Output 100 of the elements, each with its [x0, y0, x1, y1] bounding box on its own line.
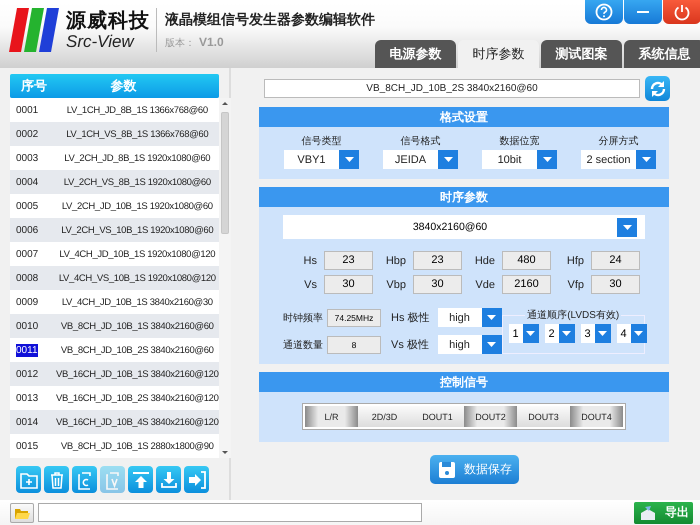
dropdown-button[interactable]	[339, 150, 359, 169]
list-row[interactable]: 0005 LV_2CH_JD_10B_1S 1920x1080@60	[10, 194, 219, 218]
toggle-button[interactable]: DOUT4	[570, 406, 623, 427]
section-title: 时序参数	[259, 187, 669, 207]
help-icon	[595, 3, 613, 21]
list-row[interactable]: 0006 LV_2CH_VS_10B_1S 1920x1080@60	[10, 218, 219, 242]
tab[interactable]: 时序参数	[458, 40, 539, 68]
resolution-dropdown[interactable]: 3840x2160@60	[283, 215, 645, 239]
param-label: Vde	[474, 278, 495, 290]
toggle-button[interactable]: 2D/3D	[358, 406, 411, 427]
preset-name: LV_2CH_JD_8B_1S 1920x1080@60	[63, 152, 212, 164]
field-label: Hs 极性	[391, 311, 430, 325]
column-header: 序号	[20, 77, 48, 95]
dropdown[interactable]: high	[438, 335, 502, 354]
help-button[interactable]	[585, 0, 623, 24]
param-field[interactable]: 2160	[502, 275, 551, 294]
field-label: 信号格式	[400, 134, 440, 148]
download-button[interactable]	[156, 466, 181, 493]
list-row[interactable]: 0010 VB_8CH_JD_10B_1S 3840x2160@60	[10, 314, 219, 338]
dropdown[interactable]: 1	[508, 324, 538, 343]
row-number: 0012	[16, 368, 38, 380]
dropdown[interactable]: 4	[616, 324, 646, 343]
dropdown-button[interactable]	[636, 150, 656, 169]
list-row[interactable]: 0002 LV_1CH_VS_8B_1S 1366x768@60	[10, 122, 219, 146]
dropdown[interactable]: high	[438, 308, 502, 327]
upload-button[interactable]	[128, 466, 153, 493]
dropdown[interactable]: 2	[544, 324, 574, 343]
toggle-button[interactable]: L/R	[305, 406, 358, 427]
add-folder-button[interactable]	[16, 466, 41, 493]
power-button[interactable]	[663, 0, 700, 24]
param-field[interactable]: 480	[502, 251, 551, 270]
toggle-button[interactable]: DOUT1	[411, 406, 464, 427]
section-title: 控制信号	[259, 372, 669, 392]
list-row[interactable]: 0011 VB_8CH_JD_10B_2S 3840x2160@60	[10, 338, 219, 362]
caret-icon	[487, 315, 496, 320]
list-row[interactable]: 0014 VB_16CH_JD_10B_4S 3840x2160@120	[10, 410, 219, 434]
param-field[interactable]: 30	[324, 275, 373, 294]
dropdown[interactable]: 10bit	[482, 150, 557, 169]
param-field[interactable]: 30	[413, 275, 462, 294]
dropdown[interactable]: 3	[580, 324, 610, 343]
param-field[interactable]: 23	[413, 251, 462, 270]
dropdown-button[interactable]	[438, 150, 458, 169]
caret-icon	[526, 331, 535, 336]
import-button[interactable]	[184, 466, 209, 493]
dropdown-button[interactable]	[522, 324, 538, 343]
param-field[interactable]: 24	[591, 251, 640, 270]
dropdown-value: 3840x2160@60	[412, 221, 488, 233]
minimize-button[interactable]	[624, 0, 662, 24]
preset-name-field[interactable]: VB_8CH_JD_10B_2S 3840x2160@60	[264, 79, 640, 98]
tab[interactable]: 电源参数	[375, 40, 456, 68]
toggle-button[interactable]: DOUT3	[517, 406, 570, 427]
dropdown-button[interactable]	[537, 150, 557, 169]
dropdown-button[interactable]	[482, 308, 502, 327]
dropdown[interactable]: 2 section	[581, 150, 656, 169]
dropdown-button[interactable]	[594, 324, 610, 343]
dropdown[interactable]: VBY1	[284, 150, 359, 169]
list-row[interactable]: 0015 VB_8CH_JD_10B_1S 2880x1800@90	[10, 434, 219, 458]
row-number: 0009	[16, 296, 38, 308]
dropdown-button[interactable]	[617, 218, 637, 236]
preset-name: VB_8CH_JD_10B_2S 3840x2160@60	[60, 344, 215, 356]
dropdown-button[interactable]	[482, 335, 502, 354]
file-path-field[interactable]	[38, 503, 422, 522]
copy-document-button[interactable]	[72, 466, 97, 493]
caret-icon	[444, 157, 452, 162]
dropdown-button[interactable]	[558, 324, 574, 343]
preset-name: VB_8CH_JD_10B_1S 3840x2160@60	[60, 320, 215, 332]
toggle-button[interactable]: DOUT2	[464, 406, 517, 427]
list-row[interactable]: 0012 VB_16CH_JD_10B_1S 3840x2160@120	[10, 362, 219, 386]
preset-name: VB_16CH_JD_10B_1S 3840x2160@120	[56, 368, 219, 380]
dropdown-value: 3	[583, 328, 592, 340]
brand-subtitle: Src-View	[66, 32, 136, 50]
minimize-icon	[637, 10, 649, 14]
list-row[interactable]: 0003 LV_2CH_JD_8B_1S 1920x1080@60	[10, 146, 219, 170]
tab[interactable]: 系统信息	[624, 40, 700, 68]
row-number: 0007	[16, 248, 38, 260]
preset-name: LV_2CH_VS_8B_1S 1920x1080@60	[62, 176, 212, 188]
preset-name: LV_4CH_VS_10B_1S 1920x1080@120	[58, 272, 217, 284]
logo-stripes-icon	[8, 6, 60, 54]
dropdown[interactable]: JEIDA	[383, 150, 458, 169]
list-row[interactable]: 0009 LV_4CH_JD_10B_1S 3840x2160@30	[10, 290, 219, 314]
caret-icon	[344, 157, 354, 162]
row-number: 0001	[16, 104, 38, 116]
scrollbar-thumb[interactable]	[220, 112, 229, 234]
refresh-button[interactable]	[645, 76, 670, 101]
tab[interactable]: 测试图案	[541, 40, 622, 68]
dropdown-button[interactable]	[630, 324, 646, 343]
list-row[interactable]: 0004 LV_2CH_VS_8B_1S 1920x1080@60	[10, 170, 219, 194]
trash-button[interactable]	[44, 466, 69, 493]
value-field[interactable]: 74.25MHz	[327, 308, 381, 326]
dropdown-value: 10bit	[496, 154, 522, 166]
list-row[interactable]: 0013 VB_16CH_JD_10B_2S 3840x2160@120	[10, 386, 219, 410]
open-folder-button[interactable]	[10, 502, 34, 522]
preset-name: VB_8CH_JD_10B_1S 2880x1800@90	[60, 440, 215, 452]
value-field[interactable]: 8	[327, 336, 381, 354]
list-row[interactable]: 0007 LV_4CH_JD_10B_1S 1920x1080@120	[10, 242, 219, 266]
preset-name: LV_4CH_JD_10B_1S 1920x1080@120	[58, 248, 216, 260]
list-row[interactable]: 0001 LV_1CH_JD_8B_1S 1366x768@60	[10, 98, 219, 122]
param-field[interactable]: 23	[324, 251, 373, 270]
param-field[interactable]: 30	[591, 275, 640, 294]
list-row[interactable]: 0008 LV_4CH_VS_10B_1S 1920x1080@120	[10, 266, 219, 290]
